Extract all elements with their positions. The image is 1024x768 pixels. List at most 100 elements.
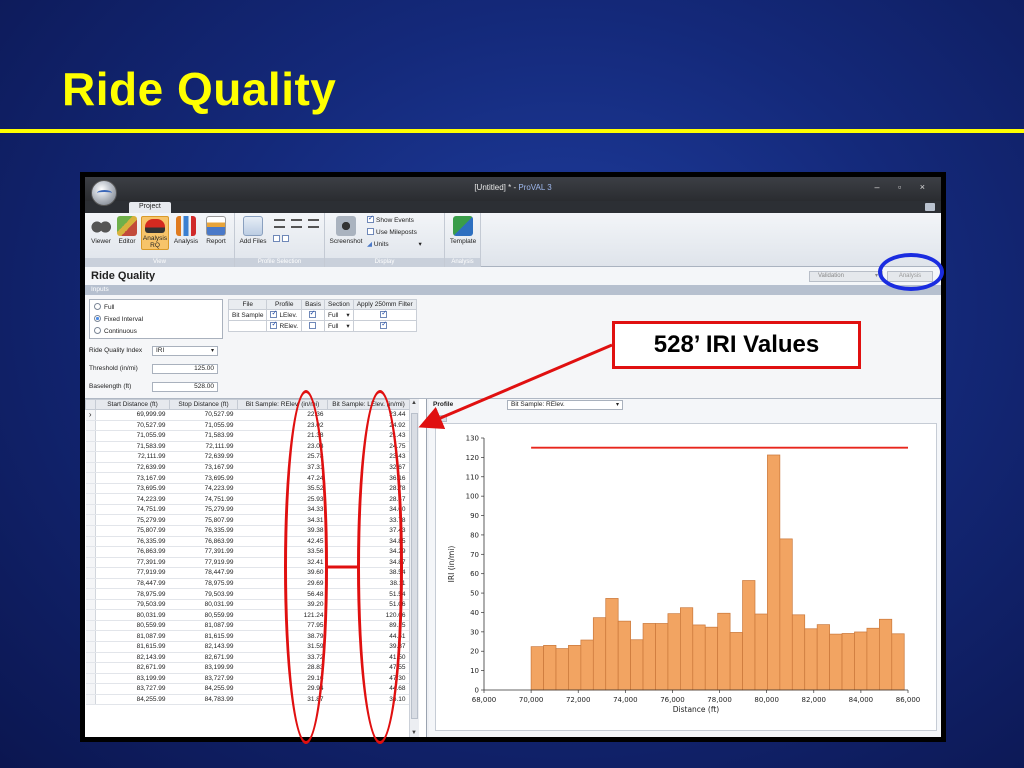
row-selector[interactable] [85, 630, 96, 643]
radio-full-icon[interactable] [94, 303, 101, 310]
profile-align-tools[interactable] [271, 219, 322, 230]
row-selector[interactable] [85, 588, 96, 600]
baselength-input[interactable]: 528.00 [152, 382, 218, 392]
files-col-filter[interactable]: Apply 250mm Filter [352, 299, 417, 310]
threshold-input[interactable]: 125.00 [152, 364, 218, 374]
files-col-basis[interactable]: Basis [301, 299, 326, 310]
check-icon[interactable] [270, 320, 278, 329]
row-selector[interactable] [85, 599, 96, 611]
section-select[interactable]: Full ▾ [324, 320, 354, 332]
grid-toggle-icon[interactable] [273, 235, 280, 242]
align-center-icon[interactable] [291, 219, 302, 228]
use-mileposts-checkbox[interactable]: Use Mileposts [367, 228, 417, 236]
files-row[interactable]: RElev. Full ▾ [227, 320, 417, 332]
row-selector[interactable] [85, 451, 96, 463]
table-row[interactable]: 71,583.99 72,111.99 23.03 24.75 [85, 441, 410, 453]
scroll-up-icon[interactable]: ▲ [411, 400, 417, 406]
row-selector[interactable] [85, 673, 96, 685]
link-toggle-icon[interactable] [282, 235, 289, 242]
viewer-button[interactable]: Viewer [89, 216, 113, 245]
filter-checkbox[interactable] [352, 320, 417, 332]
files-col-section[interactable]: Section [324, 299, 354, 310]
profile-select[interactable]: Bit Sample: RElev. [507, 400, 623, 410]
radio-full[interactable]: Full [94, 303, 114, 311]
analysis-rq-button[interactable]: Analysis RQ [141, 216, 169, 250]
files-col-profile[interactable]: Profile [266, 299, 303, 310]
app-logo-icon[interactable] [91, 180, 117, 206]
check-icon[interactable] [270, 309, 278, 318]
table-row[interactable]: 83,727.99 84,255.99 29.94 44.68 [85, 683, 410, 695]
row-selector[interactable] [85, 641, 96, 653]
analysis-button[interactable]: Analysis [173, 216, 199, 245]
editor-button[interactable]: Editor [115, 216, 139, 245]
row-selector[interactable] [85, 546, 96, 558]
section-select[interactable]: Full ▾ [324, 309, 354, 321]
grid-col-lelev[interactable]: Bit Sample: LElev. (in/mi) [327, 399, 410, 410]
profile-view-tools[interactable] [273, 235, 291, 243]
help-icon[interactable] [925, 203, 935, 211]
scroll-thumb[interactable] [411, 413, 418, 719]
align-right-icon[interactable] [308, 219, 319, 228]
window-controls[interactable]: – ▫ × [875, 182, 933, 192]
profile-checkbox[interactable]: LElev. [266, 309, 303, 321]
check-icon[interactable] [380, 309, 388, 318]
tab-project[interactable]: Project [129, 202, 171, 213]
ride-quality-index-select[interactable]: IRI [152, 346, 218, 356]
units-dropdown[interactable]: ◢ Units ▾ [367, 240, 422, 248]
row-selector[interactable] [85, 504, 96, 516]
check-icon[interactable] [380, 320, 388, 329]
basis-checkbox[interactable] [301, 309, 326, 321]
row-selector[interactable] [85, 462, 96, 474]
profile-checkbox[interactable]: RElev. [266, 320, 303, 332]
use-mileposts-check-icon[interactable] [367, 228, 374, 235]
row-selector[interactable] [85, 652, 96, 664]
radio-fixed-interval[interactable]: Fixed Interval [94, 315, 143, 323]
screenshot-button[interactable]: Screenshot [329, 216, 363, 245]
align-left-icon[interactable] [274, 219, 285, 228]
row-selector[interactable] [85, 483, 96, 495]
grid-col-stop[interactable]: Stop Distance (ft) [169, 399, 238, 410]
scroll-down-icon[interactable]: ▼ [411, 730, 417, 736]
files-col-file[interactable]: File [227, 299, 268, 310]
row-selector[interactable] [85, 536, 96, 548]
table-row[interactable]: 70,527.99 71,055.99 23.02 24.92 [85, 420, 410, 432]
row-selector[interactable] [85, 514, 96, 526]
template-button[interactable]: Template [448, 216, 478, 245]
table-row[interactable]: 84,255.99 84,783.99 31.87 36.10 [85, 694, 410, 706]
row-selector[interactable] [85, 609, 96, 621]
row-selector[interactable] [85, 525, 96, 537]
row-selector[interactable] [85, 683, 96, 695]
row-selector[interactable] [85, 430, 96, 442]
filter-checkbox[interactable] [352, 309, 417, 321]
files-row[interactable]: Bit Sample LElev. Full ▾ [227, 309, 417, 321]
grid-scrollbar[interactable]: ▲ ▼ [409, 399, 419, 737]
check-icon[interactable] [308, 309, 316, 318]
row-selector[interactable] [85, 420, 96, 432]
inputs-section-header[interactable]: Inputs [85, 285, 941, 295]
row-selector[interactable] [85, 472, 96, 484]
row-selector[interactable] [85, 578, 96, 590]
table-row[interactable]: › 69,999.99 70,527.99 22.36 23.44 [85, 409, 410, 421]
add-files-button[interactable]: Add Files [239, 216, 267, 245]
radio-continuous[interactable]: Continuous [94, 327, 137, 335]
report-button[interactable]: Report [203, 216, 229, 245]
row-selector[interactable] [85, 567, 96, 579]
chart-toolbar-icon[interactable] [437, 415, 447, 422]
row-selector[interactable] [85, 662, 96, 674]
show-events-checkbox[interactable]: Show Events [367, 214, 414, 224]
radio-continuous-icon[interactable] [94, 327, 101, 334]
table-row[interactable]: 71,055.99 71,583.99 21.38 21.43 [85, 430, 410, 442]
row-selector[interactable] [85, 493, 96, 505]
row-selector[interactable] [85, 620, 96, 632]
row-selector[interactable] [85, 441, 96, 453]
grid-col-start[interactable]: Start Distance (ft) [95, 399, 170, 410]
profile-name: LElev. [279, 312, 298, 319]
row-selector[interactable] [85, 694, 96, 706]
check-icon[interactable] [308, 322, 316, 329]
basis-checkbox[interactable] [301, 320, 326, 332]
row-selector[interactable] [85, 557, 96, 569]
validation-button[interactable]: Validation ▾ [809, 271, 883, 282]
show-events-check-icon[interactable] [367, 214, 374, 223]
current-row-icon[interactable]: › [85, 409, 96, 421]
radio-fixed-interval-icon[interactable] [94, 315, 101, 322]
